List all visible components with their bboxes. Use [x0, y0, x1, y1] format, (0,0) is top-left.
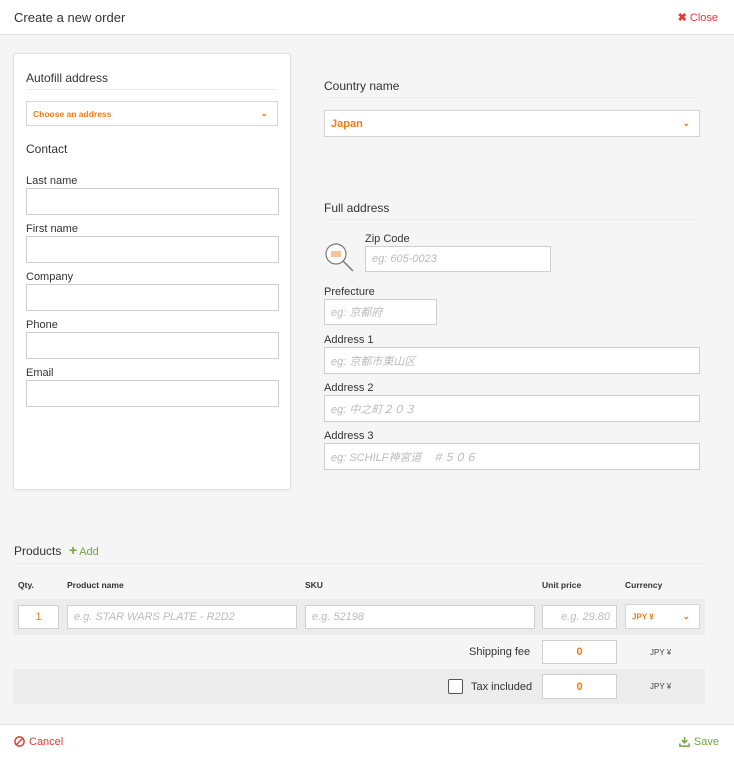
company-field[interactable]	[26, 284, 279, 311]
email-label: Email	[26, 367, 54, 379]
phone-field[interactable]	[26, 332, 279, 359]
divider	[14, 563, 706, 564]
autofill-address-select[interactable]: Choose an address ⌄	[26, 101, 278, 126]
shipping-fee-field[interactable]: 0	[542, 640, 617, 664]
address3-label: Address 3	[324, 430, 374, 442]
divider	[26, 89, 278, 90]
country-title: Country name	[324, 79, 400, 93]
close-icon: ✖	[677, 12, 687, 24]
column-header-sku: SKU	[305, 580, 323, 590]
plus-icon: +	[69, 542, 78, 558]
tax-field[interactable]: 0	[542, 674, 617, 699]
company-label: Company	[26, 271, 74, 283]
modal-footer: Cancel Save	[0, 724, 734, 757]
tax-currency: JPY ¥	[650, 682, 672, 691]
chevron-down-icon: ⌄	[682, 117, 690, 128]
address1-label: Address 1	[324, 334, 374, 346]
products-title: Products	[14, 544, 62, 558]
chevron-down-icon: ⌄	[260, 107, 268, 118]
divider	[324, 219, 700, 220]
quantity-field[interactable]: 1	[18, 605, 59, 629]
column-header-unit-price: Unit price	[542, 580, 582, 590]
last-name-label: Last name	[26, 175, 78, 187]
cancel-button[interactable]: Cancel	[14, 736, 63, 748]
product-name-field[interactable]: e.g. STAR WARS PLATE - R2D2	[67, 605, 297, 629]
currency-select[interactable]: JPY ¥ ⌄	[625, 604, 700, 629]
address1-field[interactable]: eg: 京都市東山区	[324, 347, 700, 374]
cancel-icon	[14, 736, 25, 747]
autofill-title: Autofill address	[26, 71, 109, 85]
contact-title: Contact	[26, 142, 68, 156]
modal-title: Create a new order	[14, 10, 126, 25]
download-icon	[679, 736, 690, 747]
phone-label: Phone	[26, 319, 58, 331]
last-name-field[interactable]	[26, 188, 279, 215]
zip-search-icon[interactable]	[323, 241, 355, 273]
column-header-product-name: Product name	[67, 580, 124, 590]
currency-select-value: JPY ¥	[632, 612, 654, 621]
shipping-fee-label: Shipping fee	[469, 646, 531, 658]
tax-included-checkbox[interactable]	[448, 679, 463, 694]
chevron-down-icon: ⌄	[682, 610, 690, 621]
address2-label: Address 2	[324, 382, 374, 394]
add-product-button[interactable]: + Add	[69, 542, 99, 558]
cancel-label: Cancel	[29, 736, 64, 748]
save-button[interactable]: Save	[679, 736, 719, 748]
shipping-currency: JPY ¥	[650, 648, 672, 657]
save-label: Save	[693, 736, 719, 748]
column-header-qty: Qty.	[18, 580, 34, 590]
email-field[interactable]	[26, 380, 279, 407]
zip-code-label: Zip Code	[365, 233, 410, 245]
modal-header: Create a new order ✖ Close	[0, 0, 734, 35]
close-button[interactable]: ✖ Close	[678, 11, 718, 24]
prefecture-field[interactable]: eg: 京都府	[324, 299, 437, 325]
close-label: Close	[689, 12, 718, 24]
autofill-select-value: Choose an address	[33, 108, 112, 119]
add-product-label: Add	[79, 546, 99, 558]
divider	[324, 97, 700, 98]
first-name-field[interactable]	[26, 236, 279, 263]
zip-code-field[interactable]: eg: 605-0023	[365, 246, 551, 272]
address2-field[interactable]: eg: 中之町２０３	[324, 395, 700, 422]
full-address-title: Full address	[324, 201, 390, 215]
prefecture-label: Prefecture	[324, 286, 375, 298]
tax-included-label: Tax included	[471, 681, 533, 693]
sku-field[interactable]: e.g. 52198	[305, 605, 535, 629]
unit-price-field[interactable]: e.g. 29.80	[542, 605, 617, 629]
country-select-value: Japan	[331, 117, 363, 130]
country-select[interactable]: Japan ⌄	[324, 110, 700, 137]
address3-field[interactable]: eg: SCHILF神宮道 ＃５０６	[324, 443, 700, 470]
first-name-label: First name	[26, 223, 78, 235]
column-header-currency: Currency	[625, 580, 663, 590]
